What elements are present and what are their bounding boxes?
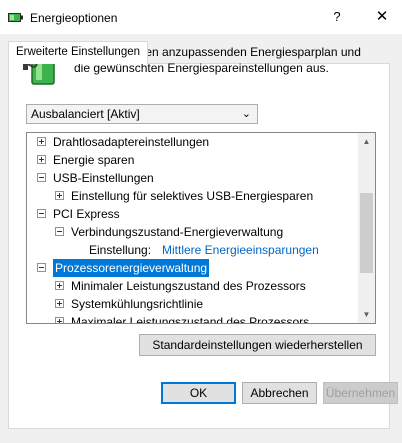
- tree-item-label: USB-Einstellungen: [53, 171, 154, 185]
- collapse-icon[interactable]: [37, 209, 46, 218]
- restore-defaults-button[interactable]: Standardeinstellungen wiederherstellen: [139, 334, 376, 356]
- tree-item-label: Maximaler Leistungszustand des Prozessor…: [71, 315, 310, 324]
- tree-item-label: Verbindungszustand-Energieverwaltung: [71, 225, 284, 239]
- close-button[interactable]: ✕: [370, 6, 394, 28]
- expand-icon[interactable]: [37, 155, 46, 164]
- power-plan-value: Ausbalanciert [Aktiv]: [31, 107, 140, 121]
- settings-tree[interactable]: Drahtlosadaptereinstellungen Energie spa…: [26, 132, 376, 324]
- setting-label: Einstellung:: [89, 243, 152, 257]
- tree-item-label: Einstellung für selektives USB-Energiesp…: [71, 189, 314, 203]
- cancel-button[interactable]: Abbrechen: [242, 382, 317, 404]
- collapse-icon[interactable]: [37, 173, 46, 182]
- expand-icon[interactable]: [55, 191, 64, 200]
- scroll-up-arrow-icon[interactable]: ▲: [358, 133, 375, 150]
- help-button[interactable]: ?: [326, 6, 348, 28]
- apply-button[interactable]: Übernehmen: [323, 382, 398, 404]
- tab-advanced-settings[interactable]: Erweiterte Einstellungen: [8, 41, 149, 64]
- title-bar: Energieoptionen ? ✕: [0, 0, 402, 34]
- tree-item-label: Energie sparen: [53, 153, 135, 167]
- scroll-thumb[interactable]: [360, 193, 373, 273]
- vertical-scrollbar[interactable]: ▲ ▼: [358, 133, 375, 323]
- expand-icon[interactable]: [55, 281, 64, 290]
- collapse-icon[interactable]: [37, 263, 46, 272]
- setting-value-link[interactable]: Mittlere Energieeinsparungen: [162, 241, 319, 259]
- expand-icon[interactable]: [55, 317, 64, 323]
- ok-button[interactable]: OK: [161, 382, 236, 404]
- power-options-icon: [8, 13, 23, 22]
- tree-item-label: Minimaler Leistungszustand des Prozessor…: [71, 279, 306, 293]
- window-title: Energieoptionen: [30, 11, 118, 25]
- tree-item-label: PCI Express: [53, 207, 120, 221]
- tree-item-label-selected: Prozessorenergieverwaltung: [53, 259, 210, 277]
- expand-icon[interactable]: [55, 299, 64, 308]
- power-plan-dropdown[interactable]: Ausbalanciert [Aktiv] ⌄: [26, 104, 258, 124]
- tree-item-label: Systemkühlungsrichtlinie: [71, 297, 204, 311]
- scroll-down-arrow-icon[interactable]: ▼: [358, 306, 375, 323]
- collapse-icon[interactable]: [55, 227, 64, 236]
- tree-item-label: Drahtlosadaptereinstellungen: [53, 135, 210, 149]
- expand-icon[interactable]: [37, 137, 46, 146]
- chevron-down-icon: ⌄: [241, 108, 251, 120]
